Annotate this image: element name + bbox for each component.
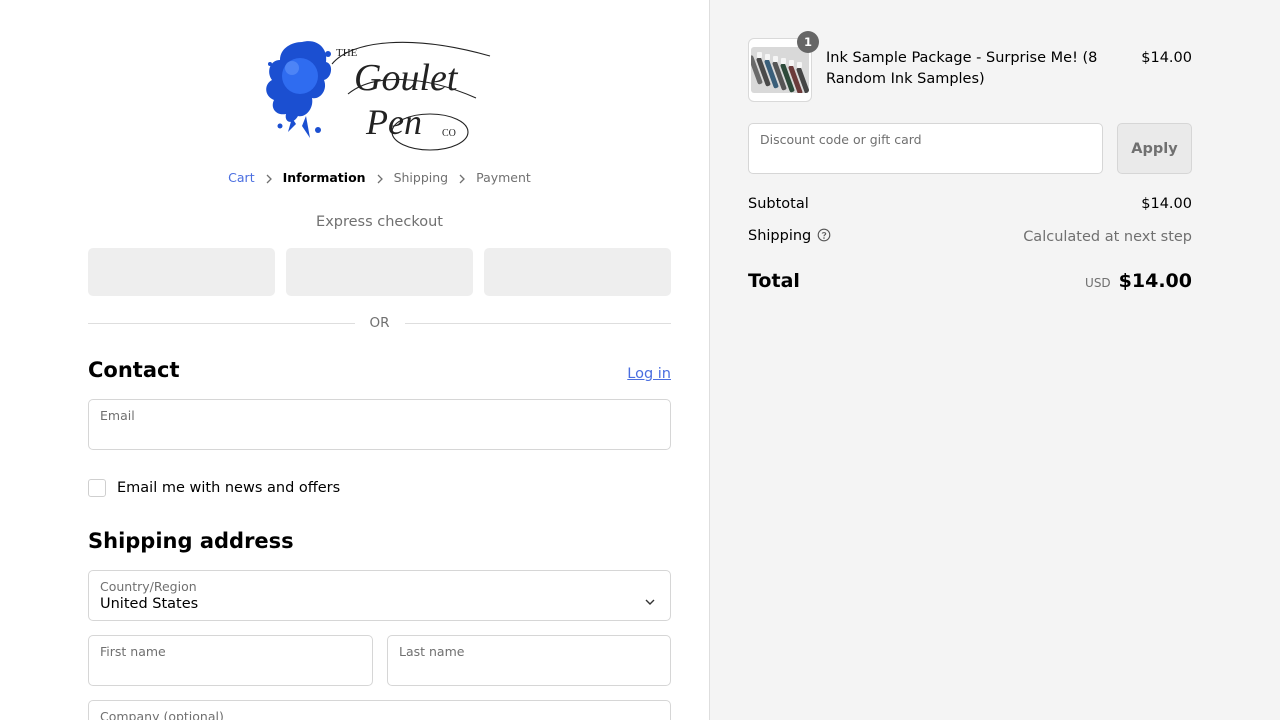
total-label: Total: [748, 270, 800, 292]
company-field[interactable]: Company (optional): [88, 700, 671, 720]
newsletter-option: Email me with news and offers: [88, 479, 340, 497]
breadcrumb: Cart Information Shipping Payment: [0, 170, 759, 185]
ink-splash-icon: [266, 41, 332, 138]
email-field[interactable]: Email: [88, 399, 671, 450]
shipping-value: Calculated at next step: [1023, 229, 1192, 245]
last-name-label: Last name: [399, 644, 465, 659]
contact-heading: Contact: [88, 358, 180, 382]
first-name-field[interactable]: First name: [88, 635, 373, 686]
breadcrumb-information: Information: [282, 170, 366, 185]
logo-pen-text: Pen: [365, 102, 422, 142]
chevron-right-icon: [255, 170, 283, 185]
quantity-badge: 1: [797, 31, 819, 53]
chevron-down-icon: [645, 591, 655, 610]
breadcrumb-payment: Payment: [476, 170, 531, 185]
or-divider-text: OR: [369, 315, 390, 331]
login-link[interactable]: Log in: [627, 366, 671, 382]
logo-goulet-text: Goulet: [354, 57, 459, 99]
company-label: Company (optional): [100, 709, 224, 720]
product-name: Ink Sample Package - Surprise Me! (8 Ran…: [826, 50, 1098, 87]
shipping-row: Shipping Calculated at next step: [748, 228, 1192, 246]
checkout-main: THE Goulet Pen CO Cart Information Shipp…: [0, 0, 709, 720]
subtotal-label: Subtotal: [748, 196, 809, 212]
express-pay-button-3[interactable]: [484, 248, 671, 296]
first-name-label: First name: [100, 644, 166, 659]
divider-line: [88, 322, 355, 324]
newsletter-label[interactable]: Email me with news and offers: [117, 480, 340, 496]
chevron-right-icon: [448, 170, 476, 185]
last-name-field[interactable]: Last name: [387, 635, 671, 686]
divider-line: [404, 322, 672, 324]
express-pay-button-1[interactable]: [88, 248, 275, 296]
apply-discount-button[interactable]: Apply: [1117, 123, 1192, 174]
help-circle-icon[interactable]: [817, 228, 831, 246]
total-row: Total USD $14.00: [748, 270, 1192, 292]
discount-code-label: Discount code or gift card: [760, 132, 922, 147]
order-summary-panel: [709, 0, 1280, 720]
product-price: $14.00: [1141, 50, 1192, 66]
product-thumbnail: 1: [748, 31, 819, 102]
ink-samples-image: [751, 47, 809, 93]
newsletter-checkbox[interactable]: [88, 479, 106, 497]
logo-co-text: CO: [442, 128, 456, 139]
country-select-label: Country/Region: [100, 579, 197, 594]
shipping-address-heading: Shipping address: [88, 529, 294, 553]
subtotal-value: $14.00: [1141, 196, 1192, 212]
express-checkout-title: Express checkout: [316, 214, 443, 230]
discount-code-input[interactable]: Discount code or gift card: [748, 123, 1103, 174]
shipping-label: Shipping: [748, 228, 812, 244]
total-value: $14.00: [1118, 270, 1192, 292]
breadcrumb-shipping: Shipping: [393, 170, 449, 185]
breadcrumb-cart[interactable]: Cart: [228, 170, 254, 185]
subtotal-row: Subtotal $14.00: [748, 196, 1192, 212]
express-pay-button-2[interactable]: [286, 248, 473, 296]
country-select[interactable]: Country/Region United States: [88, 570, 671, 621]
currency-code: USD: [1085, 276, 1111, 290]
express-checkout-buttons: [88, 248, 671, 296]
or-divider: OR: [88, 313, 672, 333]
country-select-value: United States: [100, 596, 199, 612]
email-field-label: Email: [100, 408, 135, 423]
chevron-right-icon: [366, 170, 394, 185]
goulet-pen-logo[interactable]: THE Goulet Pen CO: [262, 34, 498, 156]
